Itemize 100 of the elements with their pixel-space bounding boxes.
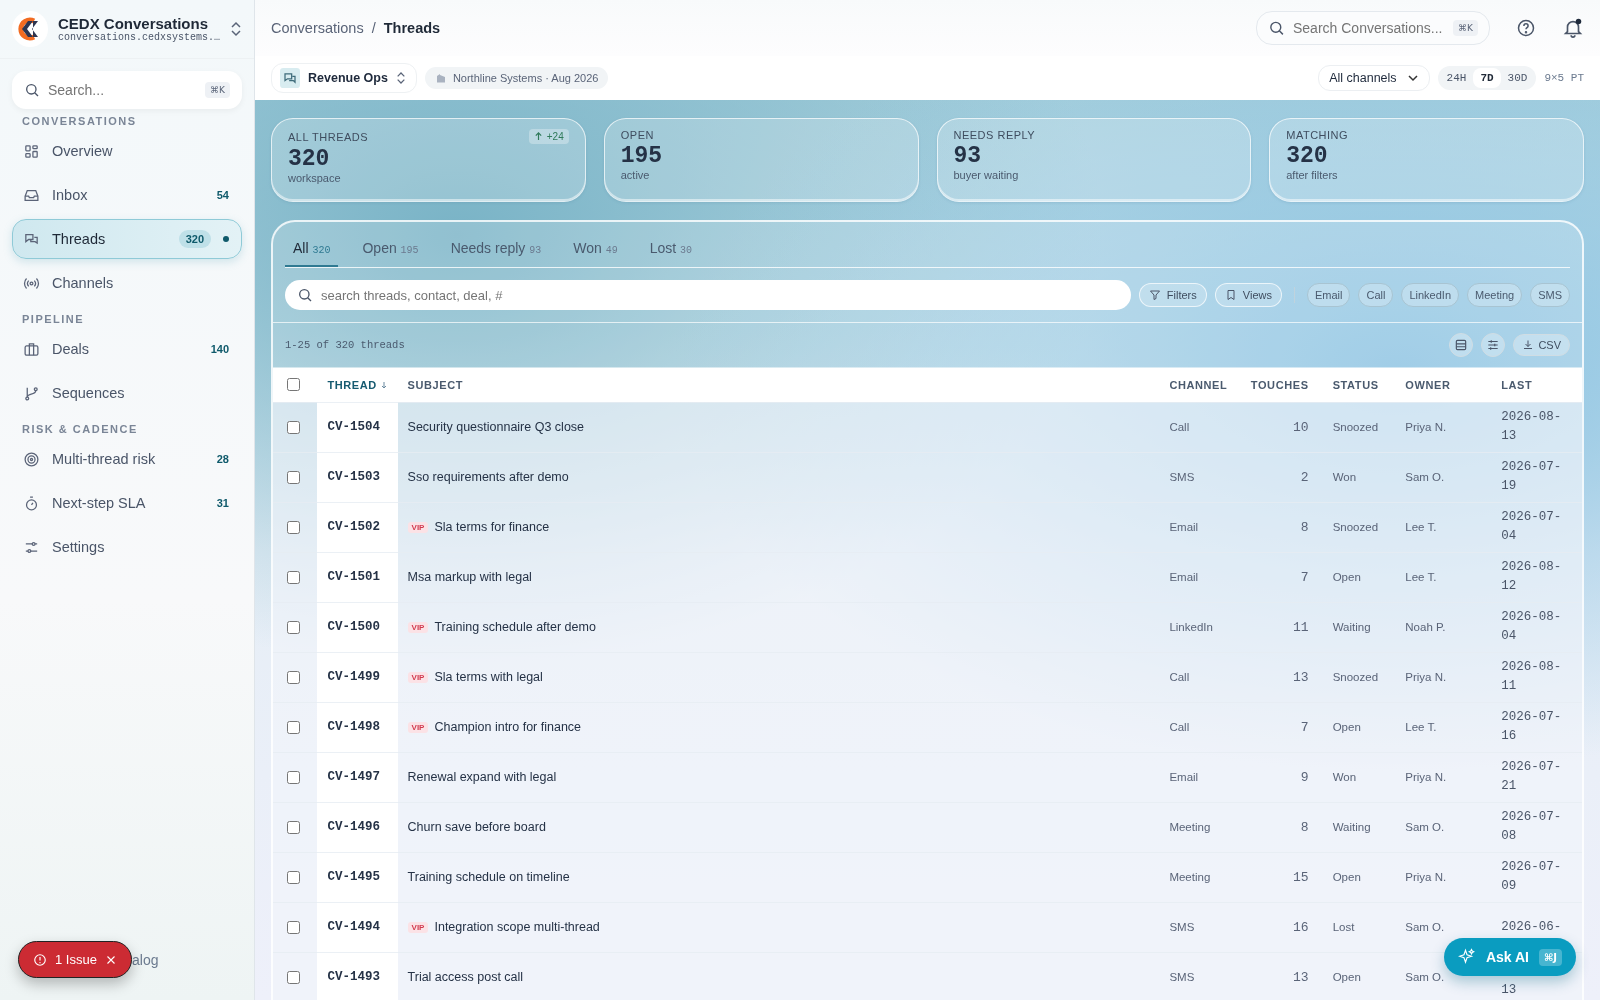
notification-bell-icon[interactable] (1562, 17, 1584, 39)
stat-value: 320 (1286, 143, 1329, 169)
channel-chip[interactable]: LinkedIn (1401, 283, 1459, 307)
column-header[interactable]: THREAD (317, 368, 398, 402)
row-checkbox[interactable] (287, 420, 300, 434)
filters-button[interactable]: Filters (1138, 283, 1207, 307)
thread-id[interactable]: CV-1499 (327, 670, 380, 684)
row-checkbox[interactable] (287, 770, 300, 784)
switcher-icon[interactable] (230, 21, 242, 37)
active-dot (223, 236, 229, 242)
section-heading: PIPELINE (22, 313, 86, 325)
thread-id[interactable]: CV-1503 (327, 470, 380, 484)
building-icon (434, 72, 447, 84)
nav-item[interactable]: Next-step SLA 31 (12, 483, 242, 523)
thread-id[interactable]: CV-1497 (327, 770, 380, 784)
thread-id[interactable]: CV-1501 (327, 570, 380, 584)
filter-tab[interactable]: Open 195 (354, 230, 427, 267)
nav-item[interactable]: Deals 140 (12, 329, 242, 369)
nav-item[interactable]: Channels (12, 263, 242, 303)
workspace-selector[interactable]: Revenue Ops (271, 63, 417, 93)
row-checkbox[interactable] (287, 970, 300, 984)
columns-button[interactable] (1481, 333, 1506, 357)
subject-text[interactable]: Sso requirements after demo (407, 470, 569, 484)
channel-chip[interactable]: Meeting (1467, 283, 1523, 307)
channel-chip[interactable]: Call (1358, 283, 1394, 307)
range-option[interactable]: 30D (1500, 68, 1535, 88)
stat-value: 93 (953, 143, 983, 169)
thread-id[interactable]: CV-1500 (327, 620, 380, 634)
thread-id[interactable]: CV-1504 (327, 420, 380, 434)
nav-item[interactable]: Threads 320 (12, 219, 242, 259)
column-header[interactable]: STATUS (1322, 368, 1396, 402)
rows-icon (1454, 338, 1469, 352)
table-cell: Sam O. (1405, 921, 1445, 933)
channel-chip[interactable]: SMS (1530, 283, 1570, 307)
subject-text[interactable]: Churn save before board (407, 820, 546, 834)
row-checkbox[interactable] (287, 470, 300, 484)
range-option[interactable]: 24H (1439, 68, 1474, 88)
alert-icon (33, 952, 47, 967)
channel-dropdown[interactable]: All channels (1318, 65, 1430, 91)
table-cell: SMS (1169, 921, 1195, 933)
row-checkbox[interactable] (287, 870, 300, 884)
column-header[interactable]: SUBJECT (397, 368, 1160, 402)
column-header[interactable]: OWNER (1395, 368, 1492, 402)
search-field[interactable]: search threads, contact, deal, # (285, 280, 1131, 310)
nav-item[interactable]: Settings (12, 527, 242, 567)
thread-id[interactable]: CV-1495 (327, 870, 380, 884)
app-domain: conversations.cedxsystems.… (58, 32, 220, 43)
table-cell: 13 (1293, 669, 1309, 685)
filter-tab[interactable]: All 320 (285, 230, 339, 267)
row-checkbox[interactable] (287, 820, 300, 834)
select-all-checkbox[interactable] (287, 378, 300, 392)
table-cell: 8 (1300, 819, 1309, 835)
filter-tab[interactable]: Lost 30 (641, 230, 701, 267)
table-cell: 13 (1293, 969, 1309, 985)
issue-badge[interactable]: 1 Issue (18, 941, 132, 978)
sidebar-link[interactable]: alog (132, 952, 159, 968)
subject-text[interactable]: Renewal expand with legal (407, 770, 557, 784)
subject-text[interactable]: Msa markup with legal (407, 570, 532, 584)
breadcrumb-item[interactable]: Conversations (271, 20, 364, 36)
range-option[interactable]: 7D (1473, 68, 1501, 88)
subject-text[interactable]: Trial access post call (407, 970, 524, 985)
filter-tab[interactable]: Needs reply 93 (442, 230, 550, 267)
subject-text[interactable]: Training schedule on timeline (407, 870, 570, 884)
table-cell: Call (1169, 671, 1190, 683)
table-cell-text: 2026-07-19 (1501, 459, 1563, 495)
row-checkbox[interactable] (287, 920, 300, 934)
nav-item[interactable]: Inbox 54 (12, 175, 242, 215)
row-checkbox[interactable] (287, 670, 300, 684)
views-button[interactable]: Views (1214, 283, 1282, 307)
density-button[interactable] (1449, 333, 1474, 357)
nav-item[interactable]: Sequences (12, 373, 242, 413)
column-header[interactable]: TOUCHES (1240, 368, 1323, 402)
export-button[interactable]: CSV (1513, 334, 1570, 356)
row-checkbox[interactable] (287, 570, 300, 584)
nav-item[interactable]: Overview (12, 131, 242, 171)
thread-id[interactable]: CV-1498 (327, 720, 380, 734)
row-checkbox[interactable] (287, 620, 300, 634)
subject-text[interactable]: Security questionnaire Q3 close (407, 420, 585, 434)
app-name: CEDX Conversations (58, 15, 210, 32)
table-cell: Open (1332, 871, 1361, 883)
help-icon[interactable] (1516, 18, 1536, 38)
close-icon[interactable] (104, 953, 117, 966)
subject-text[interactable]: Integration scope multi-thread (434, 920, 600, 934)
search-icon (297, 287, 313, 303)
table-cell: Sam O. (1405, 471, 1445, 483)
thread-id[interactable]: CV-1494 (327, 920, 380, 934)
row-checkbox[interactable] (287, 520, 300, 534)
thread-id[interactable]: CV-1496 (327, 820, 380, 834)
row-checkbox[interactable] (287, 720, 300, 734)
subject-text[interactable]: Champion intro for finance (434, 720, 582, 734)
subject-text[interactable]: Sla terms with legal (434, 670, 543, 684)
thread-id[interactable]: CV-1502 (327, 520, 380, 534)
column-header[interactable]: LAST (1491, 368, 1582, 402)
filter-tab[interactable]: Won 49 (565, 230, 626, 267)
briefcase-icon (23, 340, 40, 358)
nav-item[interactable]: Multi-thread risk 28 (12, 439, 242, 479)
subject-text[interactable]: Sla terms for finance (434, 520, 550, 534)
column-header[interactable]: CHANNEL (1159, 368, 1241, 402)
subject-text[interactable]: Training schedule after demo (434, 620, 596, 634)
channel-chip[interactable]: Email (1306, 283, 1351, 307)
